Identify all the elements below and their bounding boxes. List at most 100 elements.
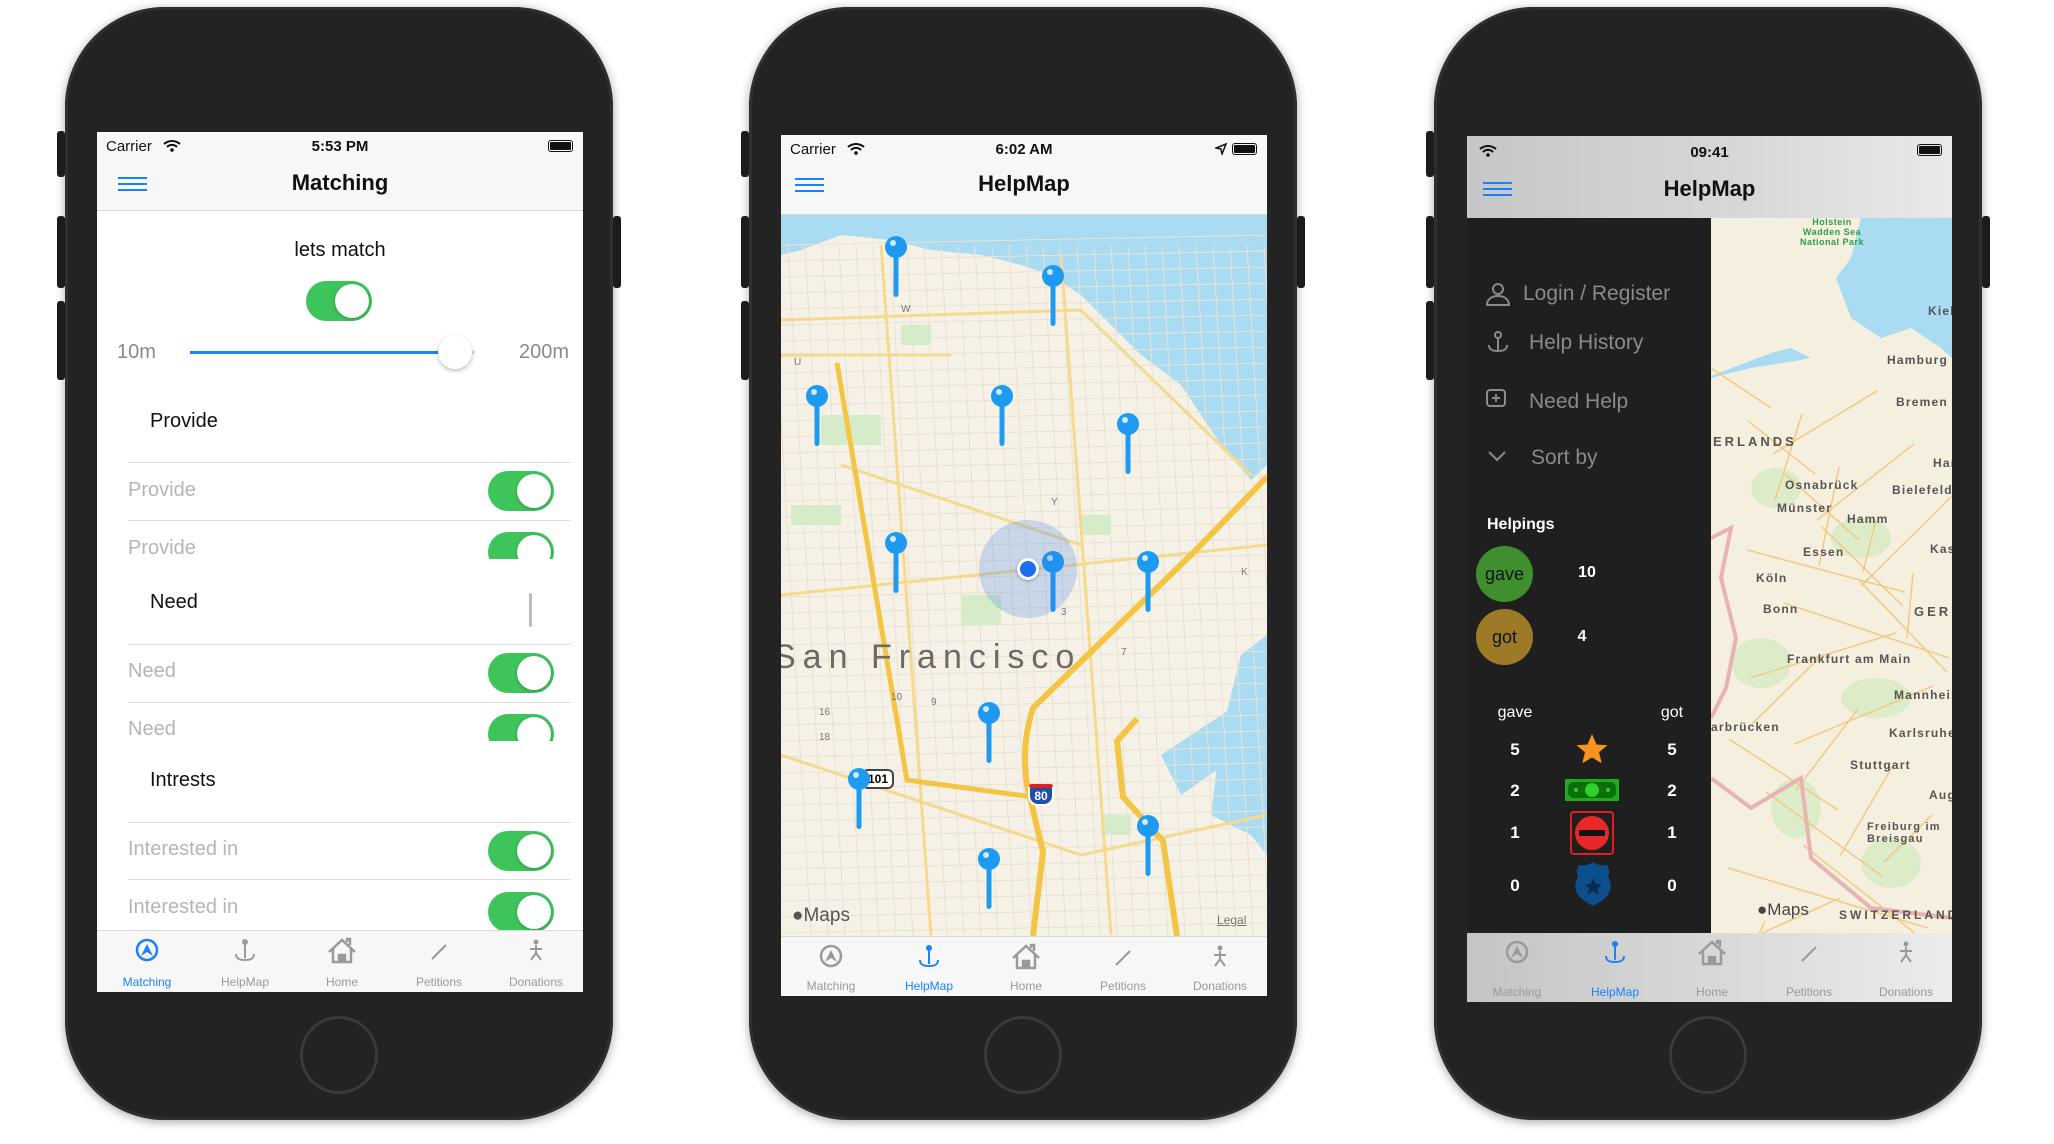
map-pin[interactable] xyxy=(884,531,908,600)
distance-slider[interactable] xyxy=(190,335,475,369)
volume-up-button xyxy=(1426,216,1434,288)
map-pin[interactable] xyxy=(805,384,829,453)
street-label: 7 xyxy=(1121,647,1127,658)
scrollbar[interactable] xyxy=(529,593,532,627)
tab-helpmap[interactable]: HelpMap xyxy=(197,931,293,992)
tab-petitions[interactable]: Petitions xyxy=(391,931,487,992)
interested-toggle[interactable] xyxy=(488,892,554,930)
tab-label: Home xyxy=(1009,979,1042,993)
tab-home[interactable]: Home xyxy=(978,937,1074,996)
map-place-label: Augsb xyxy=(1929,788,1952,802)
tab-home[interactable]: Home xyxy=(294,931,390,992)
interested-toggle[interactable] xyxy=(488,831,554,871)
clock: 6:02 AM xyxy=(995,141,1053,158)
tab-matching[interactable]: Matching xyxy=(1469,933,1565,1002)
row-label: Need xyxy=(128,718,176,740)
no-entry-icon xyxy=(1570,811,1614,855)
status-bar: 09:41 xyxy=(1467,136,1952,166)
map-place-label: Kiel xyxy=(1928,304,1952,318)
tab-donations[interactable]: Donations xyxy=(488,931,583,992)
map-place-label: Mannheim xyxy=(1894,688,1952,702)
tab-petitions[interactable]: Petitions xyxy=(1075,937,1171,996)
map-pin[interactable] xyxy=(1041,264,1065,333)
lets-match-toggle[interactable] xyxy=(306,281,372,321)
map-place-label: Essen xyxy=(1803,545,1845,559)
pencil-icon xyxy=(1115,950,1131,966)
tab-matching[interactable]: Matching xyxy=(99,931,195,992)
map-pin[interactable] xyxy=(847,767,871,836)
apple-logo-icon: ● xyxy=(1757,900,1768,919)
map-pin[interactable] xyxy=(1116,412,1140,481)
map-place-label: arbrücken xyxy=(1711,720,1780,734)
tab-bar: Matching HelpMap Home Petitions Donations xyxy=(97,930,583,992)
map-pin[interactable] xyxy=(977,701,1001,770)
nav-bar: Carrier 6:02 AM HelpMap xyxy=(781,135,1267,215)
menu-item-sort-by[interactable]: Sort by xyxy=(1467,444,1711,476)
map-place-label: Freiburg im Breisgau xyxy=(1867,821,1941,845)
pencil-icon xyxy=(1801,946,1817,962)
tab-label: HelpMap xyxy=(220,975,270,989)
provide-toggle[interactable] xyxy=(488,471,554,511)
divider xyxy=(128,520,571,521)
street-label: W xyxy=(901,304,911,315)
nav-bar: 09:41 HelpMap xyxy=(1467,136,1952,218)
row-label: Provide xyxy=(128,479,196,501)
street-label: U xyxy=(794,357,801,368)
compass-icon xyxy=(1505,940,1529,964)
map-pin[interactable] xyxy=(884,235,908,304)
home-button[interactable] xyxy=(1669,1016,1747,1094)
tab-label: Matching xyxy=(806,979,856,993)
map-pin[interactable] xyxy=(1136,814,1160,883)
tab-label: HelpMap xyxy=(1590,985,1640,999)
menu-item-label: Need Help xyxy=(1529,390,1629,413)
tab-matching[interactable]: Matching xyxy=(783,937,879,996)
legal-link[interactable]: Legal xyxy=(1217,913,1246,927)
menu-item-label: Help History xyxy=(1529,331,1644,354)
need-toggle[interactable] xyxy=(488,714,554,741)
maps-attribution-text: Maps xyxy=(803,905,850,926)
tab-home[interactable]: Home xyxy=(1664,933,1760,1002)
provide-toggle[interactable] xyxy=(488,532,554,559)
slider-max-label: 200m xyxy=(518,341,569,363)
tab-donations[interactable]: Donations xyxy=(1858,933,1952,1002)
gave-count: 10 xyxy=(1578,564,1596,581)
home-button[interactable] xyxy=(300,1016,378,1094)
need-toggle[interactable] xyxy=(488,653,554,693)
map-place-label: Stuttgart xyxy=(1850,758,1911,772)
person-icon xyxy=(530,939,542,961)
forest xyxy=(1771,778,1821,838)
menu-item-login[interactable]: Login / Register xyxy=(1467,280,1711,312)
map-pin[interactable] xyxy=(990,384,1014,453)
menu-item-label: Sort by xyxy=(1531,446,1598,469)
tab-label: Petitions xyxy=(1785,985,1833,999)
map-pin[interactable] xyxy=(977,847,1001,916)
tab-donations[interactable]: Donations xyxy=(1172,937,1267,996)
mute-switch xyxy=(741,131,749,177)
anchor-icon xyxy=(235,939,255,962)
table-header-gave: gave xyxy=(1497,704,1533,721)
got-badge: got xyxy=(1476,609,1533,665)
tab-petitions[interactable]: Petitions xyxy=(1761,933,1857,1002)
tab-label: Petitions xyxy=(1099,979,1147,993)
got-value: 5 xyxy=(1667,740,1677,759)
forest xyxy=(1731,638,1791,688)
divider xyxy=(128,879,571,880)
home-button[interactable] xyxy=(984,1016,1062,1094)
slider-thumb[interactable] xyxy=(438,335,473,369)
map-place-label: ERLANDS xyxy=(1713,434,1797,449)
tab-helpmap[interactable]: HelpMap xyxy=(881,937,977,996)
street-label: 9 xyxy=(931,697,937,708)
map-place-label: Osnabrück xyxy=(1785,478,1859,492)
table-header-got: got xyxy=(1660,704,1684,721)
menu-item-need-help[interactable]: Need Help xyxy=(1467,388,1711,420)
tab-label: HelpMap xyxy=(904,979,954,993)
park xyxy=(791,505,841,525)
gave-value: 5 xyxy=(1510,740,1520,759)
menu-item-help-history[interactable]: Help History xyxy=(1467,329,1711,361)
person-icon xyxy=(1900,941,1912,963)
street-label: 16 xyxy=(819,707,831,718)
tab-helpmap[interactable]: HelpMap xyxy=(1567,933,1663,1002)
map-place-label: Har xyxy=(1933,456,1952,470)
map-pin[interactable] xyxy=(1136,550,1160,619)
map-place-label: SWITZERLAND xyxy=(1839,908,1952,922)
